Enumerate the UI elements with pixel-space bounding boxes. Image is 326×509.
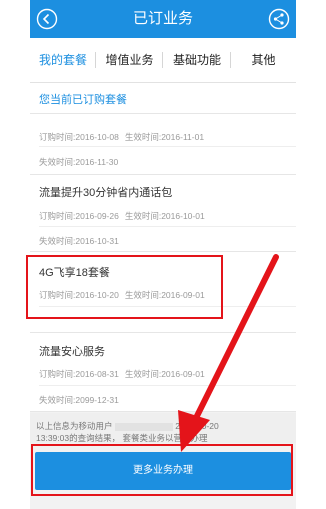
note-text: 套餐类业务以营业办理: [122, 433, 208, 443]
tab-bar: 我的套餐 增值业务 基础功能 其他: [30, 38, 296, 116]
package-times: 订购时间:2016-09-26 生效时间:2016-10-01: [39, 210, 205, 222]
order-time: 订购时间:2016-08-31: [39, 369, 119, 379]
order-time: 订购时间:2016-10-08: [39, 132, 119, 142]
note-line-1: 以上信息为移动用户 2016-10-20: [36, 420, 219, 432]
masked-number: [114, 422, 173, 431]
note-text: 13:39:03的查询结果，: [36, 433, 121, 443]
tab-my-package[interactable]: 我的套餐: [30, 38, 96, 82]
package-name: 流量安心服务: [39, 346, 105, 358]
highlight-box-package: [26, 255, 223, 319]
highlight-box-button: [31, 444, 293, 496]
expire-time: 失效时间:2099-12-31: [39, 395, 119, 405]
note-line-2: 13:39:03的查询结果， 套餐类业务以营业办理: [36, 432, 207, 444]
package-times: 订购时间:2016-10-08 生效时间:2016-11-01: [39, 131, 204, 143]
tab-label: 增值业务: [105, 53, 154, 67]
tab-label: 基础功能: [172, 53, 221, 67]
row-divider: [39, 146, 296, 147]
order-time: 订购时间:2016-09-26: [39, 211, 119, 221]
expire-time: 失效时间:2016-10-31: [39, 236, 119, 246]
package-name: 流量提升30分钟省内通话包: [39, 187, 173, 199]
page-title: 已订业务: [132, 10, 193, 27]
note-text: 以上信息为移动用户: [36, 421, 113, 431]
tab-value-added[interactable]: 增值业务: [96, 38, 163, 82]
tab-other[interactable]: 其他: [231, 38, 296, 82]
top-bar: 已订业务: [30, 0, 296, 38]
effective-time: 生效时间:2016-10-01: [124, 211, 205, 221]
note-date: 2016-10-20: [175, 421, 219, 431]
tab-label: 我的套餐: [38, 53, 87, 67]
row-divider: [39, 385, 296, 386]
package-card: 流量提升30分钟省内通话包 订购时间:2016-09-26 生效时间:2016-1…: [30, 175, 296, 252]
share-icon[interactable]: [268, 8, 290, 30]
package-times: 订购时间:2016-08-31 生效时间:2016-09-01: [39, 368, 205, 380]
effective-time: 生效时间:2016-09-01: [124, 369, 205, 379]
package-card: 流量安心服务 订购时间:2016-08-31 生效时间:2016-09-01 失效…: [30, 333, 296, 412]
effective-time: 生效时间:2016-11-01: [124, 132, 205, 142]
package-card: 订购时间:2016-10-08 生效时间:2016-11-01 失效时间:2016…: [30, 114, 296, 175]
tab-label: 其他: [251, 53, 276, 67]
tab-basic-functions[interactable]: 基础功能: [163, 38, 231, 82]
query-note: 以上信息为移动用户 2016-10-20 13:39:03的查询结果， 套餐类业…: [30, 413, 296, 443]
expire-time: 失效时间:2016-11-30: [39, 157, 119, 167]
section-header: 您当前已订购套餐: [30, 83, 296, 114]
section-title: 您当前已订购套餐: [39, 94, 127, 106]
row-divider: [39, 226, 296, 227]
right-bezel: [296, 0, 326, 509]
